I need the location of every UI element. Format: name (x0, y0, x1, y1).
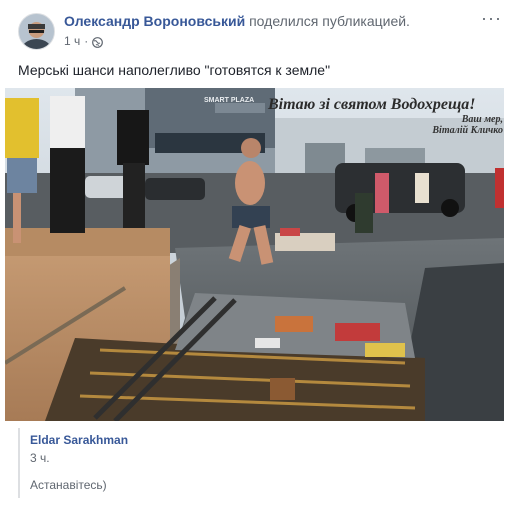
post-meta: 1 ч · (64, 33, 104, 49)
share-action-text: поделился публикацией. (249, 13, 410, 29)
shared-author-link[interactable]: Eldar Sarakhman (30, 433, 128, 447)
facebook-post: Олександр Вороновський поделился публика… (0, 0, 509, 507)
post-text: Мерські шанси наполегливо "готовятся к з… (18, 62, 331, 78)
post-header: Олександр Вороновський поделился публика… (64, 13, 410, 30)
globe-icon[interactable] (92, 36, 104, 48)
shared-timestamp[interactable]: 3 ч. (30, 451, 50, 465)
author-avatar[interactable] (18, 13, 55, 50)
author-name-link[interactable]: Олександр Вороновський (64, 13, 245, 29)
meta-dot: · (84, 34, 89, 48)
shared-photo[interactable] (5, 88, 504, 421)
storefront-sign: SMART PLAZA (204, 97, 255, 104)
photo-overlay-signature-line2: Віталій Кличко (432, 125, 503, 136)
photo-overlay-signature-line1: Ваш мер, (461, 114, 503, 125)
photo-overlay-caption: Вітаю зі святом Водохреща! (268, 96, 476, 113)
shared-text: Астанавітесь) (30, 478, 107, 492)
shared-source-card: Eldar Sarakhman 3 ч. Астанавітесь) (18, 428, 494, 498)
post-timestamp[interactable]: 1 ч (64, 33, 80, 49)
more-options-icon[interactable]: ··· (481, 9, 502, 27)
flood-scene-image (5, 88, 504, 421)
